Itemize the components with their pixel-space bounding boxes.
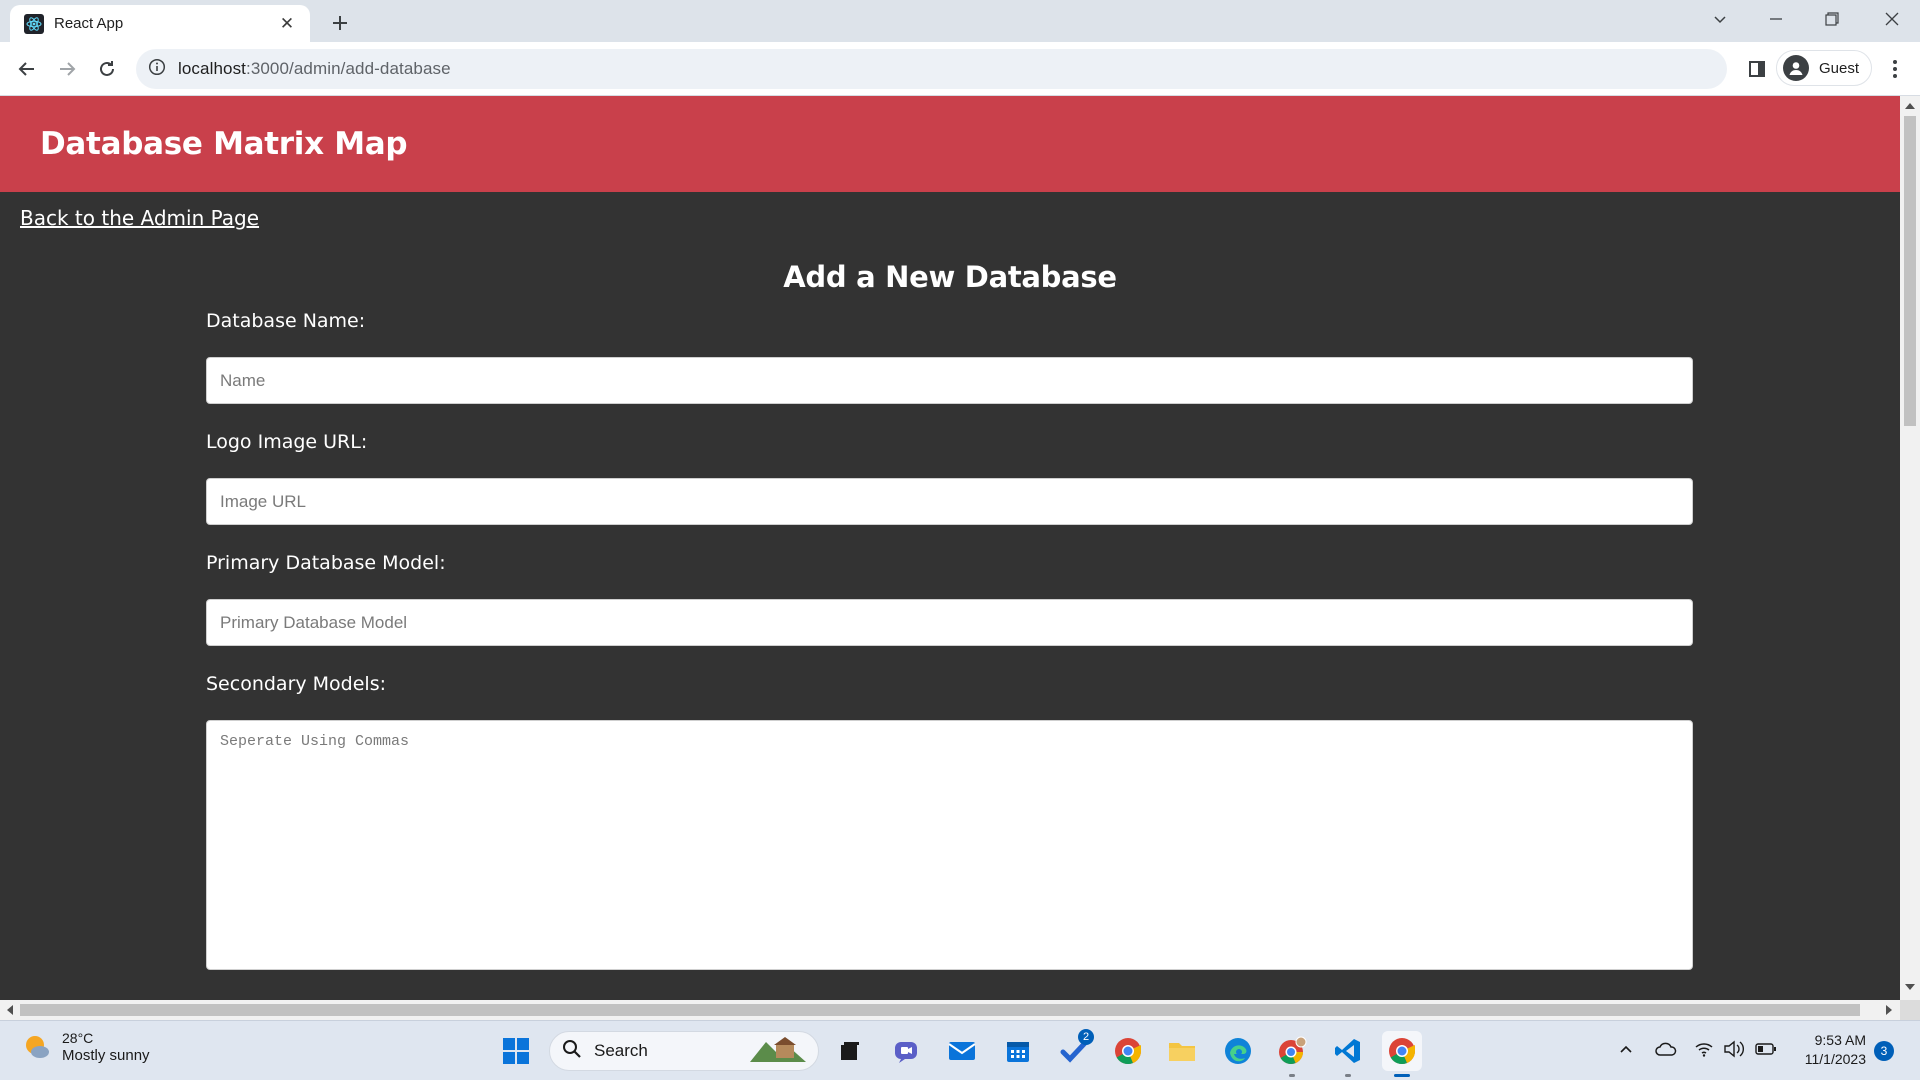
teams-chat-icon[interactable]	[886, 1031, 926, 1071]
running-indicator	[1345, 1074, 1351, 1077]
clock-time: 9:53 AM	[1814, 1032, 1866, 1048]
reload-icon[interactable]	[90, 52, 124, 86]
secondary-models-textarea[interactable]	[206, 720, 1693, 970]
todo-icon[interactable]: 2	[1054, 1029, 1094, 1071]
url-text: localhost:3000/admin/add-database	[178, 59, 451, 79]
restore-icon[interactable]	[1804, 0, 1860, 38]
windows-start-icon[interactable]	[496, 1031, 536, 1071]
page-viewport: Database Matrix Map Back to the Admin Pa…	[0, 96, 1900, 1000]
scroll-down-arrow-icon[interactable]	[1905, 984, 1915, 990]
wifi-icon[interactable]	[1692, 1035, 1716, 1063]
volume-icon[interactable]	[1722, 1035, 1746, 1063]
vscode-icon[interactable]	[1328, 1031, 1368, 1077]
back-arrow-icon[interactable]	[10, 52, 44, 86]
url-host: localhost	[178, 59, 246, 78]
mail-icon[interactable]	[942, 1031, 982, 1071]
guest-avatar-icon	[1783, 55, 1809, 81]
side-panel-icon[interactable]	[1742, 54, 1772, 84]
profile-label: Guest	[1819, 59, 1860, 77]
horizontal-scroll-thumb[interactable]	[20, 1004, 1860, 1016]
onedrive-cloud-icon[interactable]	[1652, 1035, 1680, 1063]
more-menu-icon[interactable]	[1880, 54, 1910, 84]
chrome-icon[interactable]	[1108, 1031, 1148, 1071]
new-tab-icon[interactable]	[326, 9, 354, 37]
profile-button[interactable]: Guest	[1776, 50, 1873, 86]
todo-badge: 2	[1078, 1029, 1094, 1045]
task-view-icon[interactable]	[830, 1031, 870, 1071]
back-to-admin-link[interactable]: Back to the Admin Page	[20, 206, 259, 230]
show-hidden-icons-chevron-icon[interactable]	[1614, 1035, 1638, 1063]
react-logo-icon	[24, 13, 44, 34]
clock-date: 11/1/2023	[1804, 1051, 1866, 1067]
form-title: Add a New Database	[783, 260, 1117, 294]
weather-description: Mostly sunny	[62, 1047, 150, 1064]
weather-temperature: 28°C	[62, 1030, 94, 1046]
database-name-label: Database Name:	[206, 310, 366, 332]
logo-url-label: Logo Image URL:	[206, 431, 368, 453]
minimize-icon[interactable]	[1748, 0, 1804, 38]
vertical-scrollbar[interactable]	[1900, 96, 1920, 1000]
url-path: :3000/admin/add-database	[246, 59, 451, 78]
file-explorer-icon[interactable]	[1162, 1031, 1202, 1071]
calendar-icon[interactable]	[998, 1031, 1038, 1071]
address-bar[interactable]: localhost:3000/admin/add-database	[136, 49, 1727, 89]
running-indicator	[1289, 1074, 1295, 1077]
scroll-up-arrow-icon[interactable]	[1905, 103, 1915, 109]
battery-icon[interactable]	[1754, 1035, 1778, 1063]
close-window-icon[interactable]	[1864, 0, 1920, 38]
scroll-left-arrow-icon[interactable]	[7, 1005, 13, 1015]
database-name-input[interactable]	[206, 357, 1693, 404]
scrollbar-corner	[1900, 1000, 1920, 1020]
browser-toolbar: localhost:3000/admin/add-database Guest	[0, 42, 1920, 96]
taskbar: 28°C Mostly sunny Search 2 9:53 AM 11/1/…	[0, 1020, 1920, 1080]
chrome-active-icon[interactable]	[1382, 1031, 1422, 1077]
browser-tab[interactable]: React App ✕	[10, 5, 310, 42]
tab-search-chevron-icon[interactable]	[1692, 0, 1748, 38]
horizontal-scrollbar[interactable]	[0, 1000, 1900, 1020]
taskbar-search[interactable]: Search	[549, 1031, 819, 1071]
weather-widget[interactable]: 28°C Mostly sunny	[22, 1029, 150, 1065]
primary-model-input[interactable]	[206, 599, 1693, 646]
chrome-profile-icon[interactable]	[1272, 1031, 1312, 1077]
site-info-icon[interactable]	[148, 58, 166, 81]
active-indicator	[1394, 1074, 1410, 1077]
search-label: Search	[594, 1041, 648, 1060]
close-tab-icon[interactable]: ✕	[276, 13, 298, 35]
vertical-scroll-thumb[interactable]	[1904, 116, 1916, 426]
scroll-right-arrow-icon[interactable]	[1886, 1005, 1892, 1015]
system-clock[interactable]: 9:53 AM 11/1/2023	[1790, 1031, 1866, 1069]
sun-cloud-icon	[22, 1032, 52, 1062]
logo-url-input[interactable]	[206, 478, 1693, 525]
search-highlight-image-icon	[748, 1034, 808, 1069]
app-title: Database Matrix Map	[40, 126, 408, 162]
primary-model-label: Primary Database Model:	[206, 552, 446, 574]
app-header: Database Matrix Map	[0, 96, 1900, 192]
forward-arrow-icon[interactable]	[50, 52, 84, 86]
tab-title: React App	[54, 15, 124, 32]
tab-strip: React App ✕	[0, 0, 1920, 42]
search-icon	[562, 1039, 582, 1064]
secondary-models-label: Secondary Models:	[206, 673, 387, 695]
edge-icon[interactable]	[1218, 1031, 1258, 1071]
notification-count-badge[interactable]: 3	[1874, 1041, 1894, 1061]
